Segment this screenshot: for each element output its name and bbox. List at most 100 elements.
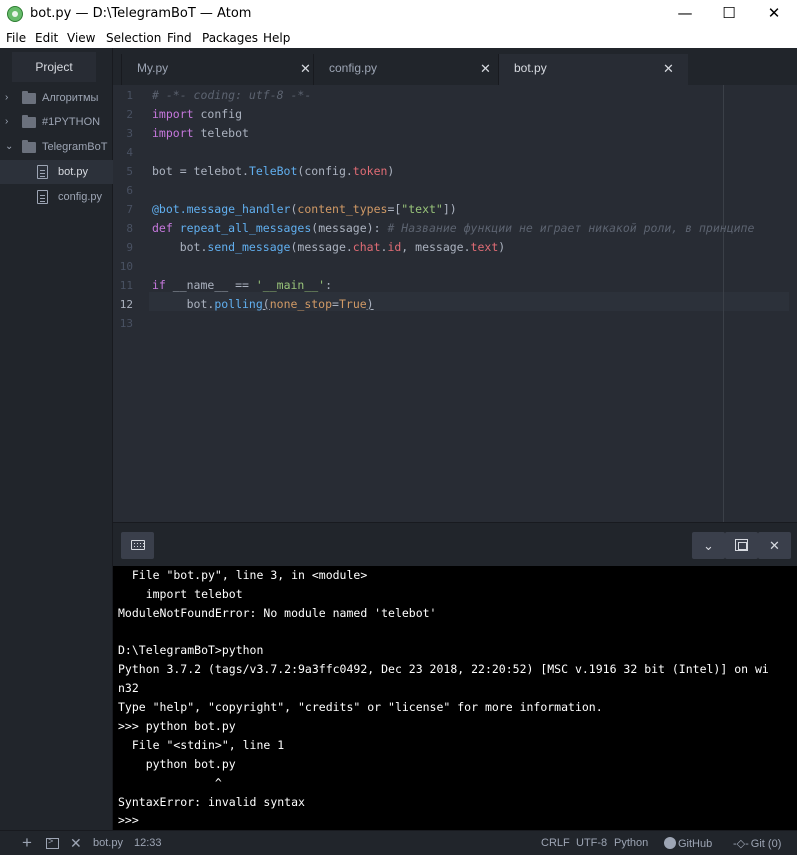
- line-number: 5: [126, 165, 133, 178]
- line-number: 10: [119, 260, 133, 273]
- status-bar: + ✕ bot.py 12:33 CRLF UTF-8 Python GitHu…: [0, 830, 797, 855]
- menu-view[interactable]: View: [67, 31, 95, 45]
- folder-open-icon: [22, 140, 36, 153]
- code-line-11: if __name__ == '__main__':: [152, 278, 333, 292]
- terminal-line: Python 3.7.2 (tags/v3.7.2:9a3ffc0492, De…: [118, 662, 769, 676]
- github-icon: [664, 837, 676, 849]
- file-icon: [37, 165, 48, 179]
- line-number: 12: [119, 298, 133, 311]
- close-icon[interactable]: ✕: [480, 54, 491, 83]
- tree-item-label: Алгоритмы: [42, 92, 99, 104]
- close-icon[interactable]: ✕: [300, 54, 311, 83]
- terminal-toolbar: ⌄ ✕: [113, 522, 797, 566]
- maximize-icon: [735, 539, 748, 551]
- code-line-7: @bot.message_handler(content_types=["tex…: [152, 202, 457, 216]
- code-line-8: def repeat_all_messages(message): # Назв…: [152, 221, 755, 235]
- line-number: 11: [119, 279, 133, 292]
- code-line-5: bot = telebot.TeleBot(config.token): [152, 164, 395, 178]
- tab-my-py[interactable]: My.py ✕: [121, 54, 315, 85]
- editor-tab-bar: My.py ✕ config.py ✕ bot.py ✕: [113, 48, 797, 85]
- status-line-ending[interactable]: CRLF: [541, 837, 570, 849]
- chevron-down-icon: ⌄: [5, 141, 14, 152]
- tree-folder-telegrambot[interactable]: ⌄ TelegramBoT: [0, 135, 113, 159]
- terminal-line: File "bot.py", line 3, in <module>: [118, 568, 368, 582]
- line-number: 13: [119, 317, 133, 330]
- keyboard-icon: [131, 540, 145, 550]
- terminal-line: Type "help", "copyright", "credits" or "…: [118, 700, 603, 714]
- tree-folder-python[interactable]: › #1PYTHON: [0, 110, 113, 134]
- folder-icon: [22, 115, 36, 128]
- chevron-right-icon: ›: [5, 116, 9, 127]
- tree-item-label: #1PYTHON: [42, 116, 101, 128]
- terminal-line: >>> python bot.py: [118, 719, 236, 733]
- terminal-line: SyntaxError: invalid syntax: [118, 795, 305, 809]
- maximize-button[interactable]: ☐: [706, 0, 752, 28]
- git-branch-icon: -◇-: [733, 838, 749, 850]
- menu-packages[interactable]: Packages: [202, 31, 258, 45]
- status-cursor-position[interactable]: 12:33: [134, 837, 162, 849]
- tab-config-py[interactable]: config.py ✕: [313, 54, 499, 85]
- line-number: 2: [126, 108, 133, 121]
- project-tab[interactable]: Project: [12, 52, 96, 82]
- tree-item-label: bot.py: [58, 166, 88, 178]
- line-number: 4: [126, 146, 133, 159]
- tree-file-bot[interactable]: bot.py: [0, 160, 113, 184]
- terminal-prompt: >>>: [118, 813, 139, 827]
- terminal-maximize-button[interactable]: [725, 532, 758, 559]
- terminal-line: import telebot: [118, 587, 243, 601]
- close-icon[interactable]: ✕: [663, 54, 674, 83]
- terminal-line: n32: [118, 681, 139, 695]
- line-number: 7: [126, 203, 133, 216]
- title-bar: bot.py — D:\TelegramBoT — Atom — ☐ ✕: [0, 0, 797, 28]
- menu-bar: File Edit View Selection Find Packages H…: [0, 28, 797, 48]
- line-number: 3: [126, 127, 133, 140]
- status-file-name[interactable]: bot.py: [93, 837, 123, 849]
- terminal-close-button[interactable]: ✕: [758, 532, 791, 559]
- terminal-output[interactable]: File "bot.py", line 3, in <module> impor…: [113, 566, 797, 830]
- menu-file[interactable]: File: [6, 31, 26, 45]
- terminal-line: ModuleNotFoundError: No module named 'te…: [118, 606, 437, 620]
- terminal-icon[interactable]: [46, 836, 59, 849]
- status-encoding[interactable]: UTF-8: [576, 837, 607, 849]
- menu-help[interactable]: Help: [263, 31, 290, 45]
- close-window-button[interactable]: ✕: [751, 0, 797, 28]
- status-github[interactable]: GitHub: [664, 837, 712, 850]
- tree-folder-algorithms[interactable]: › Алгоритмы: [0, 86, 113, 110]
- code-line-2: import config: [152, 107, 243, 121]
- minimize-button[interactable]: —: [662, 0, 708, 28]
- wrap-guide: [723, 85, 724, 522]
- window-title: bot.py — D:\TelegramBoT — Atom: [30, 6, 252, 21]
- code-line-9: bot.send_message(message.chat.id, messag…: [152, 240, 506, 254]
- tab-bot-py[interactable]: bot.py ✕: [498, 54, 688, 85]
- tree-file-config[interactable]: config.py: [0, 185, 113, 209]
- add-terminal-icon[interactable]: +: [22, 833, 32, 853]
- line-number: 9: [126, 241, 133, 254]
- tab-title: bot.py: [514, 61, 547, 75]
- atom-logo-icon: [7, 6, 23, 22]
- tree-item-label: TelegramBoT: [42, 141, 108, 153]
- terminal-hide-button[interactable]: ⌄: [692, 532, 725, 559]
- code-line-3: import telebot: [152, 126, 249, 140]
- chevron-right-icon: ›: [5, 92, 9, 103]
- menu-find[interactable]: Find: [167, 31, 192, 45]
- code-editor[interactable]: 1 2 3 4 5 6 7 8 9 10 11 12 13 # -*- codi…: [113, 85, 797, 522]
- tab-title: config.py: [329, 61, 378, 75]
- keyboard-button[interactable]: [121, 532, 154, 559]
- code-line-1: # -*- coding: utf-8 -*-: [152, 88, 312, 102]
- code-line-12: bot.polling(none_stop=True): [152, 297, 374, 311]
- close-terminal-icon[interactable]: ✕: [70, 835, 82, 852]
- terminal-line: File "<stdin>", line 1: [118, 738, 285, 752]
- terminal-line: python bot.py: [118, 757, 236, 771]
- line-number: 8: [126, 222, 133, 235]
- folder-icon: [22, 91, 36, 104]
- terminal-line: D:\TelegramBoT>python: [118, 643, 264, 657]
- terminal-line: ^: [118, 776, 222, 790]
- tab-title: My.py: [137, 61, 169, 75]
- file-icon: [37, 190, 48, 204]
- menu-selection[interactable]: Selection: [106, 31, 161, 45]
- line-number: 6: [126, 184, 133, 197]
- tree-item-label: config.py: [58, 191, 103, 203]
- status-git[interactable]: -◇- Git (0): [733, 837, 781, 850]
- menu-edit[interactable]: Edit: [35, 31, 58, 45]
- status-grammar[interactable]: Python: [614, 837, 648, 849]
